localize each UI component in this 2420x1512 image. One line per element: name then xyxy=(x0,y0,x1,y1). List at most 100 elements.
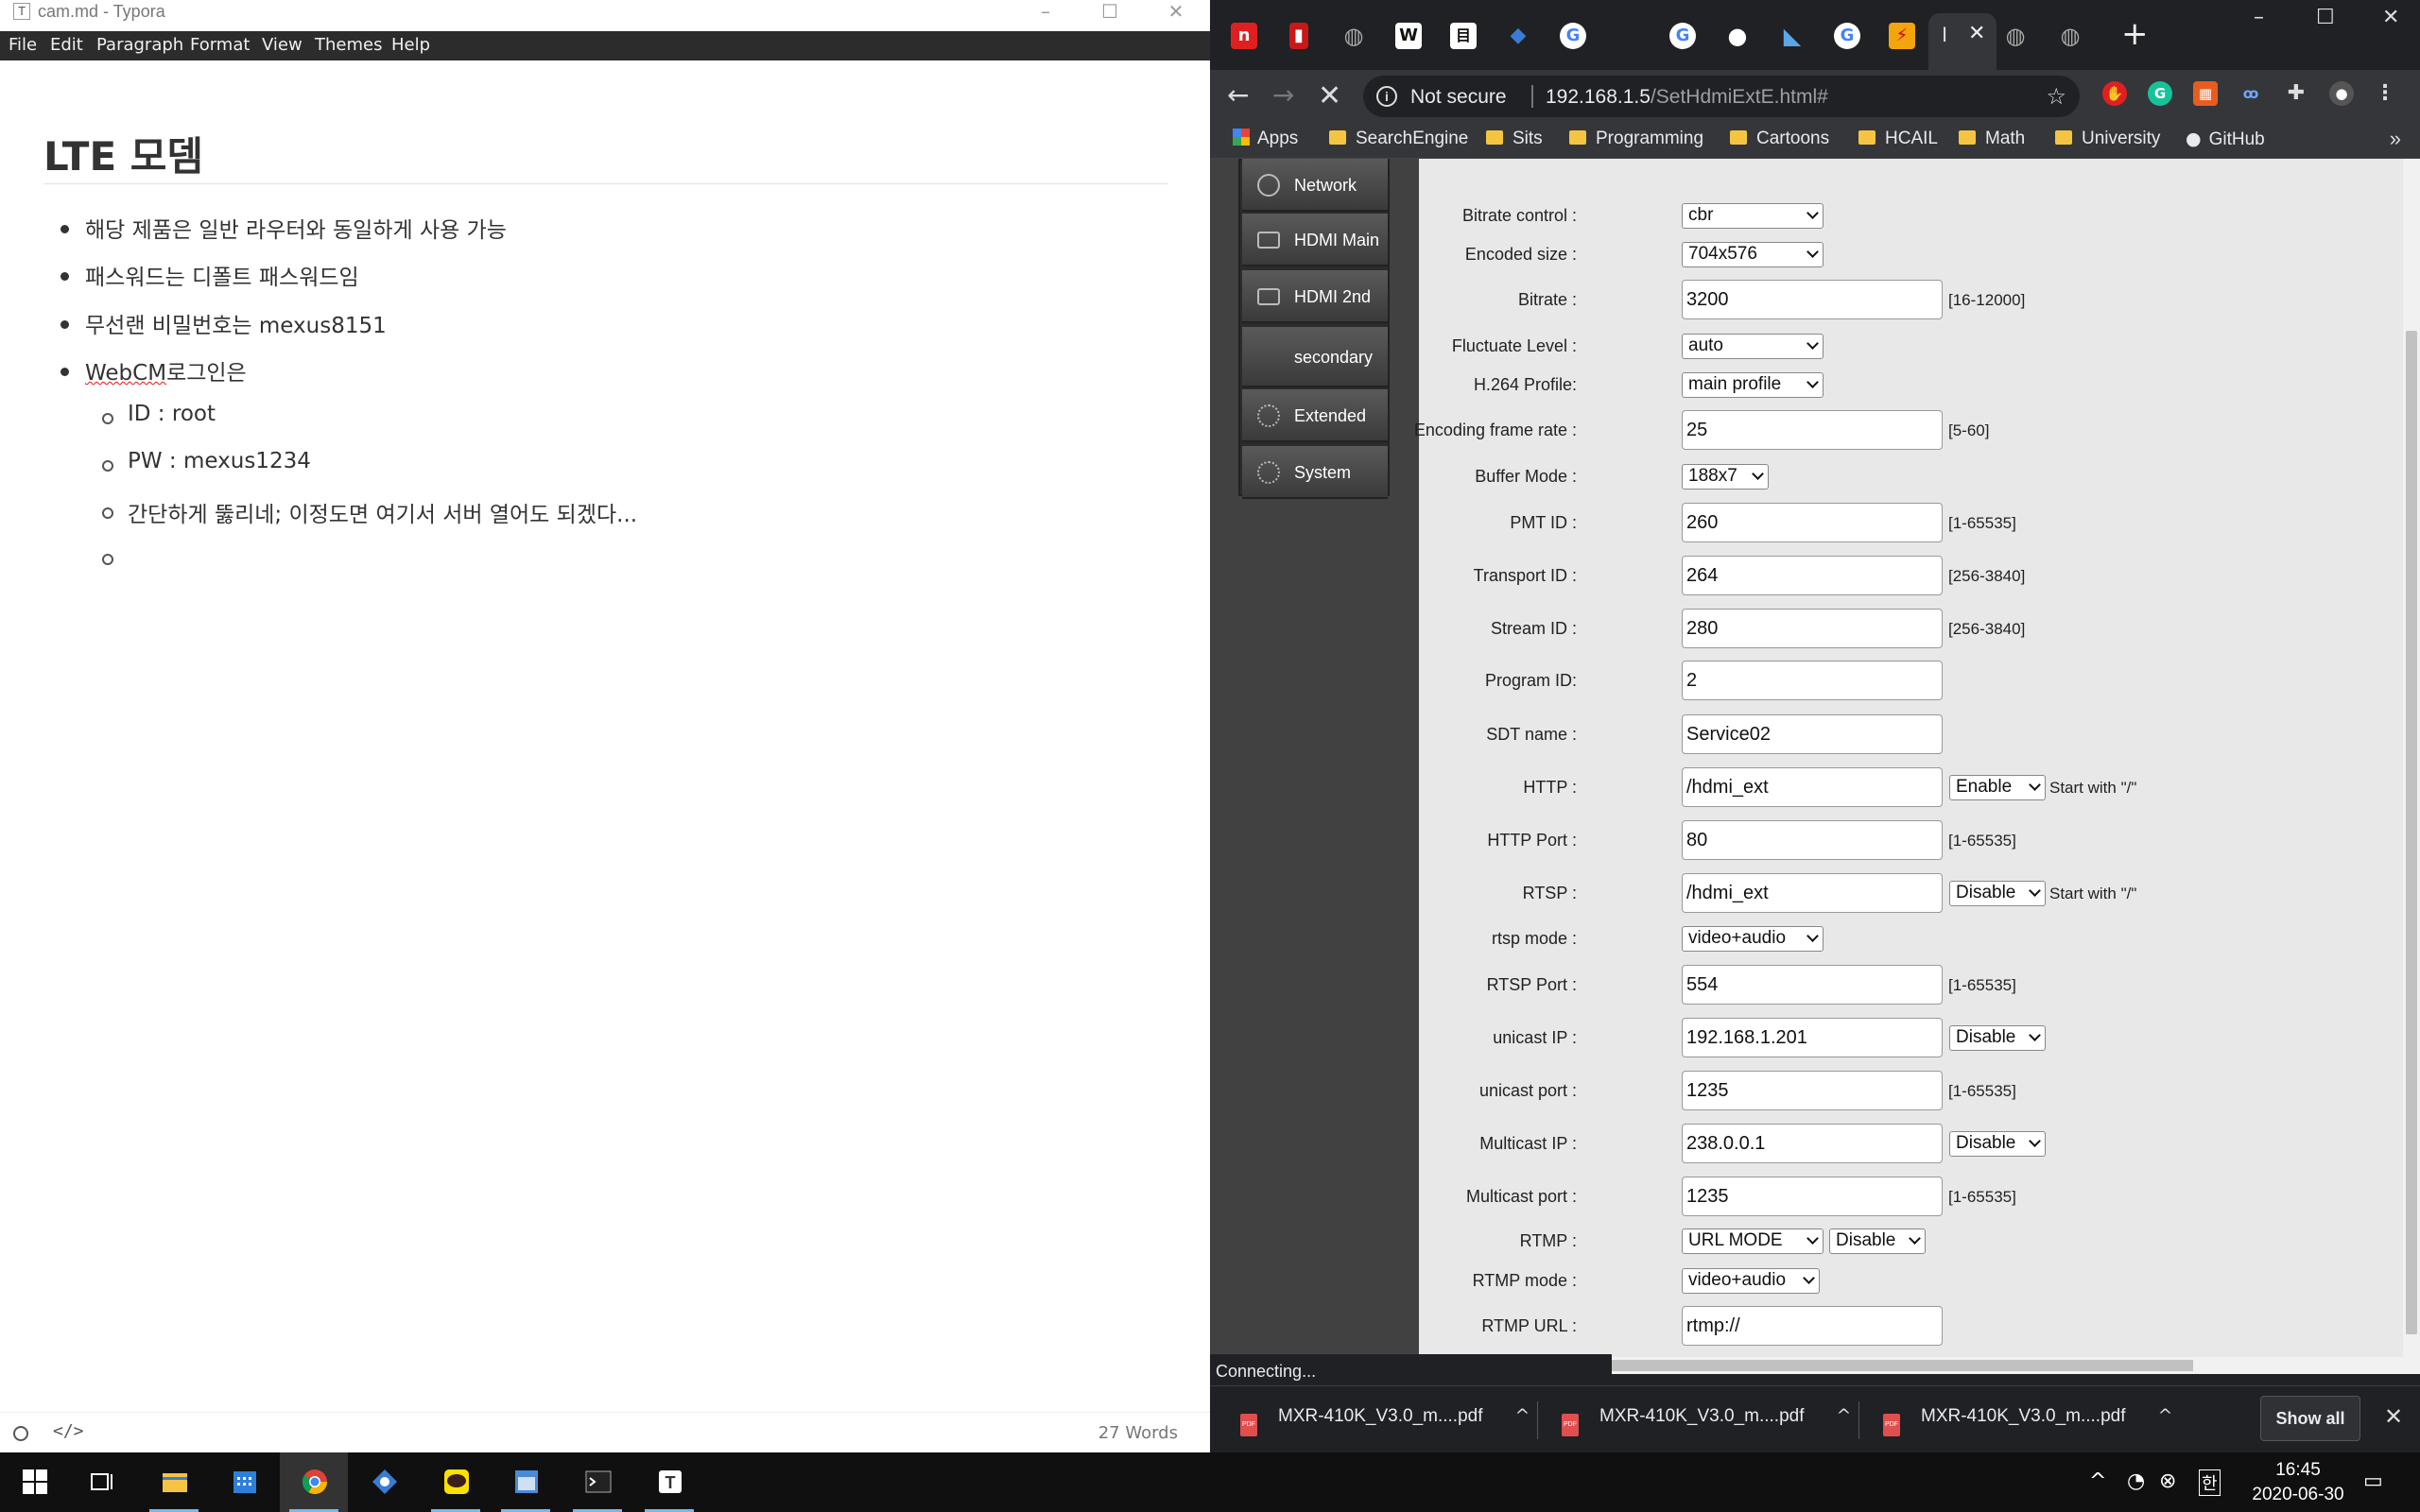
minimize-button[interactable]: – xyxy=(2254,6,2264,29)
forward-arrow-icon[interactable]: → xyxy=(1272,79,1294,111)
fluctuate-level-select[interactable]: auto xyxy=(1682,334,1824,359)
maximize-button[interactable]: ☐ xyxy=(2316,6,2335,29)
profile-avatar[interactable]: ● xyxy=(2329,81,2354,106)
taskbar-chrome[interactable] xyxy=(280,1452,348,1512)
taskbar-typora[interactable]: T xyxy=(635,1452,703,1512)
notifications-icon[interactable]: ▭ xyxy=(2363,1469,2383,1493)
h264-profile-select[interactable]: main profile xyxy=(1682,372,1824,398)
nav-system[interactable]: System xyxy=(1242,446,1388,499)
http-enable-select[interactable]: Enable xyxy=(1949,775,2046,800)
extension-blue-icon[interactable]: ꝏ xyxy=(2238,81,2263,106)
start-button[interactable] xyxy=(0,1452,68,1512)
ime-indicator[interactable]: 한 xyxy=(2199,1469,2221,1496)
menu-paragraph[interactable]: Paragraph xyxy=(96,35,183,55)
new-tab-button[interactable]: + xyxy=(2121,15,2149,53)
nav-hdmi-main[interactable]: HDMI Main xyxy=(1242,214,1388,266)
tab-red-icon[interactable]: ▮ xyxy=(1289,23,1308,49)
scrollbar-thumb[interactable] xyxy=(2406,331,2417,1334)
network-icon[interactable]: ◔ xyxy=(2127,1469,2145,1493)
address-bar[interactable]: i Not secure 192.168.1.5/SetHdmiExtE.htm… xyxy=(1363,76,2080,117)
word-count[interactable]: 27 Words xyxy=(1098,1423,1178,1443)
security-label[interactable]: Not secure xyxy=(1410,86,1507,109)
tab-namu-icon[interactable]: 目 xyxy=(1450,23,1477,49)
rtmp-mode-type-select[interactable]: URL MODE xyxy=(1682,1228,1824,1254)
tab-globe-icon[interactable]: ◍ xyxy=(2002,23,2029,49)
tab-google-icon[interactable]: G xyxy=(1834,23,1860,49)
taskbar-terminal[interactable] xyxy=(563,1452,631,1512)
taskbar-app-window[interactable] xyxy=(492,1452,560,1512)
maximize-button[interactable]: ☐ xyxy=(1091,0,1129,23)
vertical-scrollbar[interactable] xyxy=(2403,159,2420,1357)
active-tab[interactable]: I ✕ xyxy=(1928,13,1996,72)
tab-close-icon[interactable]: ✕ xyxy=(1968,22,1985,45)
transport-id-input[interactable]: 264 xyxy=(1682,556,1943,595)
bookmark-folder[interactable]: Cartoons xyxy=(1730,129,1829,149)
pmt-id-input[interactable]: 260 xyxy=(1682,503,1943,542)
close-button[interactable]: ✕ xyxy=(1157,0,1195,23)
rtsp-mode-select[interactable]: video+audio xyxy=(1682,926,1824,952)
unicast-enable-select[interactable]: Disable xyxy=(1949,1025,2046,1051)
stop-loading-icon[interactable]: ✕ xyxy=(1318,79,1341,112)
multicast-ip-input[interactable]: 238.0.0.1 xyxy=(1682,1124,1943,1163)
download-item[interactable]: PDF MXR-410K_V3.0_m....pdf ^ xyxy=(1240,1405,1530,1436)
menu-file[interactable]: File xyxy=(9,35,37,55)
download-item[interactable]: PDF MXR-410K_V3.0_m....pdf ^ xyxy=(1883,1405,2172,1436)
tab-blank[interactable] xyxy=(1615,23,1641,49)
close-button[interactable]: ✕ xyxy=(2382,6,2399,29)
nav-hdmi-2nd[interactable]: HDMI 2nd xyxy=(1242,270,1388,323)
menu-format[interactable]: Format xyxy=(190,35,250,55)
rtsp-enable-select[interactable]: Disable xyxy=(1949,881,2046,906)
taskbar-calendar[interactable] xyxy=(210,1452,278,1512)
sdt-name-input[interactable]: Service02 xyxy=(1682,714,1943,754)
menu-edit[interactable]: Edit xyxy=(50,35,83,55)
show-all-button[interactable]: Show all xyxy=(2260,1396,2360,1441)
extension-adblock-icon[interactable]: ✋ xyxy=(2102,81,2127,106)
task-view-button[interactable] xyxy=(68,1452,136,1512)
buffer-mode-select[interactable]: 188x7 xyxy=(1682,464,1769,490)
nav-network[interactable]: Network xyxy=(1242,159,1388,212)
scrollbar-thumb[interactable] xyxy=(1612,1360,2193,1371)
frame-rate-input[interactable]: 25 xyxy=(1682,410,1943,450)
tab-wikipedia-icon[interactable]: W xyxy=(1395,23,1422,49)
close-downloads-icon[interactable]: ✕ xyxy=(2384,1403,2403,1430)
tray-overflow-icon[interactable]: ^ xyxy=(2089,1469,2106,1493)
minimize-button[interactable]: – xyxy=(1027,0,1064,23)
bookmark-folder[interactable]: SearchEngine xyxy=(1329,129,1468,149)
url-text[interactable]: 192.168.1.5/SetHdmiExtE.html# xyxy=(1546,86,1828,109)
bookmark-apps[interactable]: Apps xyxy=(1233,129,1298,149)
chevron-up-icon[interactable]: ^ xyxy=(1515,1405,1530,1426)
horizontal-scrollbar[interactable] xyxy=(1612,1357,2420,1374)
tab-globe-icon[interactable]: ◍ xyxy=(2057,23,2083,49)
extension-orange-icon[interactable]: ▦ xyxy=(2193,81,2218,106)
bookmark-github[interactable]: ● GitHub xyxy=(2186,129,2265,150)
tab-netflix[interactable]: n xyxy=(1231,23,1257,49)
bookmarks-overflow-icon[interactable]: » xyxy=(2390,127,2401,151)
taskbar-file-explorer[interactable] xyxy=(140,1452,208,1512)
tab-google-icon[interactable]: G xyxy=(1560,23,1586,49)
menu-kebab-icon[interactable]: ⋮ xyxy=(2373,81,2397,106)
stream-id-input[interactable]: 280 xyxy=(1682,609,1943,648)
chevron-up-icon[interactable]: ^ xyxy=(2158,1405,2173,1426)
bitrate-control-select[interactable]: cbr xyxy=(1682,203,1824,229)
unicast-port-input[interactable]: 1235 xyxy=(1682,1071,1943,1110)
menu-view[interactable]: View xyxy=(262,35,302,55)
tab-google-icon[interactable]: G xyxy=(1669,23,1696,49)
rtsp-port-input[interactable]: 554 xyxy=(1682,965,1943,1005)
bookmark-folder[interactable]: HCAIL xyxy=(1858,129,1938,149)
back-arrow-icon[interactable]: ← xyxy=(1227,79,1249,111)
http-port-input[interactable]: 80 xyxy=(1682,820,1943,860)
tab-code-icon[interactable]: ◆ xyxy=(1505,23,1531,49)
document-editor[interactable]: LTE 모뎀 해당 제품은 일반 라우터와 동일하게 사용 가능 패스워드는 디… xyxy=(0,60,1210,1412)
download-item[interactable]: PDF MXR-410K_V3.0_m....pdf ^ xyxy=(1562,1405,1851,1436)
outline-toggle-icon[interactable] xyxy=(13,1426,28,1441)
rtmp-url-input[interactable]: rtmp:// xyxy=(1682,1306,1943,1346)
bookmark-folder[interactable]: Programming xyxy=(1569,129,1703,149)
tab-bird-icon[interactable]: ◣ xyxy=(1779,23,1806,49)
nav-secondary[interactable]: secondary xyxy=(1242,327,1388,387)
menu-themes[interactable]: Themes xyxy=(315,35,382,55)
bitrate-input[interactable]: 3200 xyxy=(1682,280,1943,319)
rtsp-path-input[interactable]: /hdmi_ext xyxy=(1682,873,1943,913)
unicast-ip-input[interactable]: 192.168.1.201 xyxy=(1682,1018,1943,1057)
clock[interactable]: 16:45 2020-06-30 xyxy=(2246,1458,2350,1507)
encoded-size-select[interactable]: 704x576 xyxy=(1682,242,1824,267)
